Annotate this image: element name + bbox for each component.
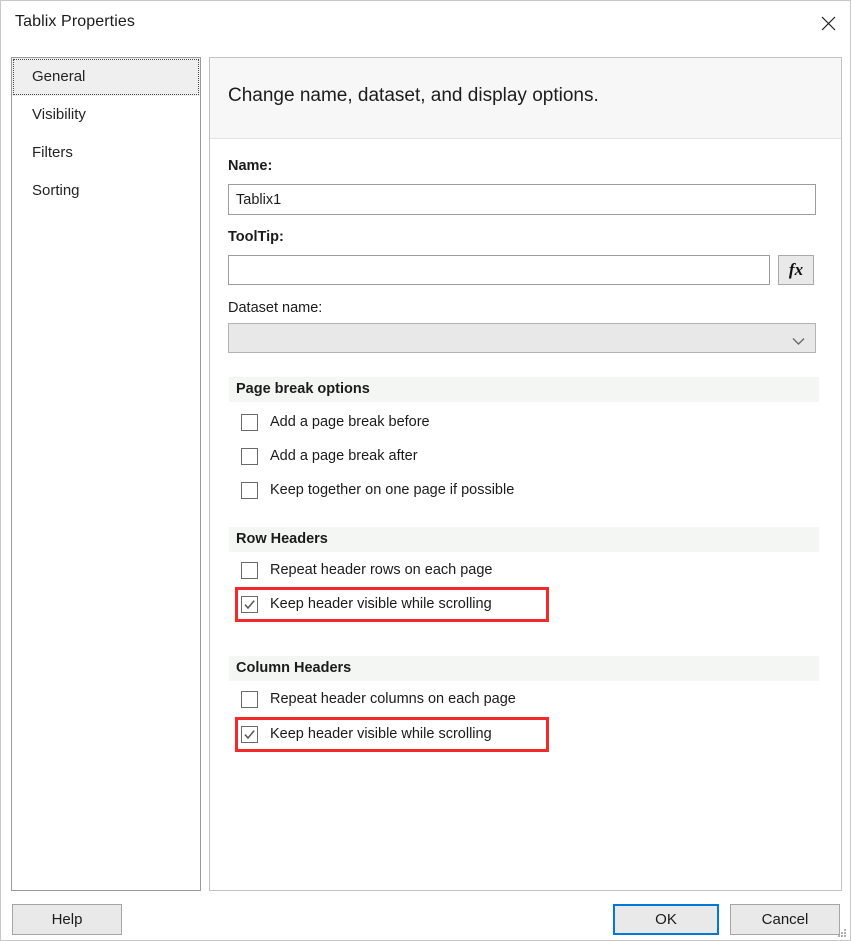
dataset-name-dropdown[interactable] [228,323,816,353]
dataset-name-label: Dataset name: [228,300,322,316]
sidebar-item-general[interactable]: General [12,58,200,96]
cancel-button[interactable]: Cancel [730,904,840,935]
chevron-down-icon [792,333,805,351]
sidebar-item-label: Filters [32,144,73,161]
section-header-row-headers: Row Headers [229,527,819,552]
sidebar-item-label: General [32,68,85,85]
checkbox-row-repeat-header-columns[interactable]: Repeat header columns on each page [241,687,516,711]
sidebar-item-label: Visibility [32,106,86,123]
checkbox-row-repeat-header-rows[interactable]: Repeat header rows on each page [241,558,493,582]
checkbox-label: Add a page break before [270,414,430,430]
section-header-page-break: Page break options [229,377,819,402]
checkbox-label: Repeat header columns on each page [270,691,516,707]
title-bar: Tablix Properties [1,1,851,45]
sidebar-item-visibility[interactable]: Visibility [12,96,200,134]
close-icon[interactable] [804,1,851,45]
sidebar-item-filters[interactable]: Filters [12,134,200,172]
checkbox-unchecked-icon [241,482,258,499]
sidebar-item-label: Sorting [32,182,80,199]
checkbox-label: Add a page break after [270,448,418,464]
checkbox-checked-icon [241,726,258,743]
description-band: Change name, dataset, and display option… [210,58,841,139]
window-title: Tablix Properties [15,13,135,31]
panel-description: Change name, dataset, and display option… [228,85,599,107]
checkbox-label: Repeat header rows on each page [270,562,493,578]
name-label: Name: [228,158,272,174]
help-button[interactable]: Help [12,904,122,935]
checkbox-row-keep-together[interactable]: Keep together on one page if possible [241,478,514,502]
checkbox-unchecked-icon [241,691,258,708]
name-input[interactable] [228,184,816,215]
checkbox-label: Keep header visible while scrolling [270,726,492,742]
checkbox-checked-icon [241,596,258,613]
resize-grip[interactable] [835,925,847,937]
general-settings-panel: Change name, dataset, and display option… [209,57,842,891]
sidebar-item-sorting[interactable]: Sorting [12,172,200,210]
checkbox-row-page-break-after[interactable]: Add a page break after [241,444,418,468]
checkbox-row-row-keep-header-visible[interactable]: Keep header visible while scrolling [241,592,492,616]
checkbox-label: Keep together on one page if possible [270,482,514,498]
expression-button[interactable]: fx [778,255,814,285]
tablix-properties-dialog: Tablix Properties General Visibility Fil… [0,0,851,941]
tooltip-label: ToolTip: [228,229,284,245]
checkbox-unchecked-icon [241,414,258,431]
ok-button[interactable]: OK [613,904,719,935]
category-list: General Visibility Filters Sorting [11,57,201,891]
checkbox-row-column-keep-header-visible[interactable]: Keep header visible while scrolling [241,722,492,746]
checkbox-unchecked-icon [241,448,258,465]
tooltip-input[interactable] [228,255,770,285]
section-header-column-headers: Column Headers [229,656,819,681]
checkbox-row-page-break-before[interactable]: Add a page break before [241,410,430,434]
checkbox-unchecked-icon [241,562,258,579]
checkbox-label: Keep header visible while scrolling [270,596,492,612]
